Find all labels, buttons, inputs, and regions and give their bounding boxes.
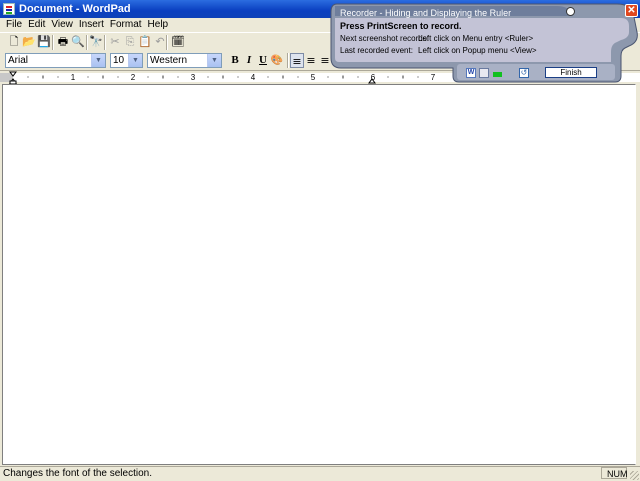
font-name-select[interactable]: Arial ▼ (5, 53, 106, 68)
menu-view[interactable]: View (48, 18, 76, 30)
menu-file[interactable]: File (3, 18, 25, 30)
bold-button[interactable]: B (228, 53, 242, 68)
menu-help[interactable]: Help (145, 18, 172, 30)
format-bar: Arial ▼ 10 ▼ Western ▼ B I U 🎨 ≡ ≡ ≡ (0, 52, 360, 69)
finish-button[interactable]: Finish (545, 67, 597, 78)
ruler-label: 2 (131, 73, 136, 82)
print-preview-icon[interactable]: 🔍 (70, 35, 86, 50)
status-green-icon (493, 72, 502, 77)
font-size-select[interactable]: 10 ▼ (110, 53, 143, 68)
record-ring-icon[interactable] (566, 7, 575, 16)
toolbar-separator (166, 35, 168, 50)
copy-icon[interactable]: ⎘ (122, 35, 138, 50)
chevron-down-icon[interactable]: ▼ (128, 54, 142, 67)
script-select[interactable]: Western ▼ (147, 53, 222, 68)
font-name-value: Arial (8, 55, 29, 66)
toolbar-separator (287, 53, 289, 68)
print-icon[interactable]: 🖶 (55, 35, 71, 50)
date-time-icon[interactable]: 🗓 (170, 35, 186, 50)
align-left-icon[interactable]: ≡ (290, 53, 304, 68)
refresh-icon[interactable]: ↺ (519, 68, 529, 78)
recorder-instruction: Press PrintScreen to record. (340, 21, 462, 31)
font-size-value: 10 (113, 55, 125, 66)
menu-edit[interactable]: Edit (25, 18, 48, 30)
status-bar: Changes the font of the selection. NUM (0, 466, 640, 481)
standard-toolbar: 🗋 📂 💾 🖶 🔍 🔭 ✂ ⎘ 📋 ↶ 🗓 (0, 33, 360, 51)
wordpad-icon[interactable] (3, 3, 15, 15)
find-icon[interactable]: 🔭 (88, 35, 104, 50)
ruler-label: 4 (251, 73, 256, 82)
grid-icon[interactable] (479, 68, 489, 78)
status-message: Changes the font of the selection. (3, 468, 152, 479)
toolbar-separator (52, 35, 54, 50)
next-record-value: Left click on Menu entry <Ruler> (418, 34, 534, 43)
paste-icon[interactable]: 📋 (137, 35, 153, 50)
underline-button[interactable]: U (256, 53, 270, 68)
window-title: Document - WordPad (19, 3, 131, 15)
ruler-label: 1 (71, 73, 76, 82)
last-event-label: Last recorded event: (340, 46, 413, 55)
toolbar-separator (104, 35, 106, 50)
menu-format[interactable]: Format (107, 18, 145, 30)
resize-grip[interactable] (630, 471, 639, 480)
chevron-down-icon[interactable]: ▼ (91, 54, 105, 67)
cut-icon[interactable]: ✂ (107, 35, 123, 50)
save-icon[interactable]: 💾 (36, 35, 52, 50)
italic-button[interactable]: I (242, 53, 256, 68)
next-record-label: Next screenshot records: (340, 34, 429, 43)
recorder-panel: Recorder - Hiding and Displaying the Rul… (329, 2, 640, 84)
num-lock-indicator: NUM (601, 467, 628, 479)
last-event-value: Left click on Popup menu <View> (418, 46, 537, 55)
document-area[interactable] (2, 84, 636, 465)
word-icon[interactable]: W (466, 68, 476, 78)
recorder-title: Recorder - Hiding and Displaying the Rul… (340, 8, 512, 18)
align-center-icon[interactable]: ≡ (304, 53, 318, 68)
script-value: Western (150, 55, 188, 66)
ruler-label: 5 (311, 73, 316, 82)
menu-insert[interactable]: Insert (76, 18, 107, 30)
open-icon[interactable]: 📂 (21, 35, 37, 50)
chevron-down-icon[interactable]: ▼ (207, 54, 221, 67)
ruler-label: 3 (191, 73, 196, 82)
color-icon[interactable]: 🎨 (270, 53, 284, 68)
new-document-icon[interactable]: 🗋 (6, 35, 22, 50)
close-icon[interactable]: ✕ (625, 4, 638, 17)
